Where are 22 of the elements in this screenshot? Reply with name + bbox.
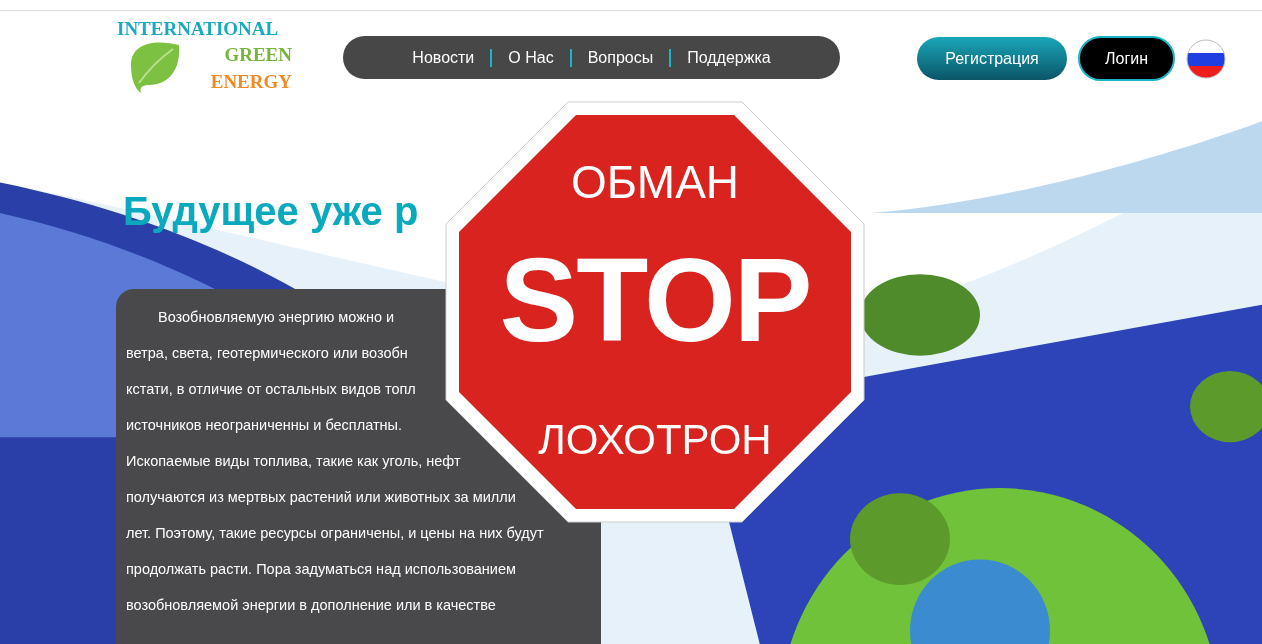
paragraph-text: ветра, света, геотермического или возобн bbox=[126, 344, 409, 363]
sign-text: ЛОХОТРОН bbox=[537, 419, 773, 461]
flag-icon[interactable] bbox=[1186, 38, 1226, 79]
register-button[interactable]: Регистрация bbox=[917, 37, 1067, 80]
nav-link[interactable]: О Нас bbox=[508, 48, 554, 67]
paragraph-text: возобновляемой энергии в дополнение или в качестве bbox=[126, 596, 497, 615]
login-button[interactable]: Логин bbox=[1078, 36, 1175, 81]
paragraph-text: кстати, в отличие от остальных видов топл bbox=[126, 380, 417, 399]
nav-link[interactable]: Вопросы bbox=[587, 48, 654, 67]
paragraph-text: получаются из мертвых растений или животных за милли bbox=[126, 488, 517, 507]
logo-text: GREEN bbox=[224, 45, 292, 64]
paragraph-text: Возобновляемую энергию можно и bbox=[157, 308, 396, 327]
paragraph-text: лет. Поэтому, такие ресурсы ограничены, и цены на них будут bbox=[126, 524, 545, 543]
nav-link[interactable]: Поддержка bbox=[687, 48, 771, 67]
sign-text: STOP bbox=[498, 241, 812, 359]
logo-text: ENERGY bbox=[210, 72, 292, 91]
nav-link[interactable]: Новости bbox=[412, 48, 475, 67]
paragraph-text: продолжать расти. Пора задуматься над использованием bbox=[126, 560, 517, 579]
sign-text: ОБМАН bbox=[569, 159, 741, 205]
hero-heading: Будущее уже р bbox=[123, 189, 419, 234]
paragraph-text: Ископаемые виды топлива, такие как уголь, нефт bbox=[126, 452, 462, 471]
logo-text: INTERNATIONAL bbox=[117, 19, 279, 38]
